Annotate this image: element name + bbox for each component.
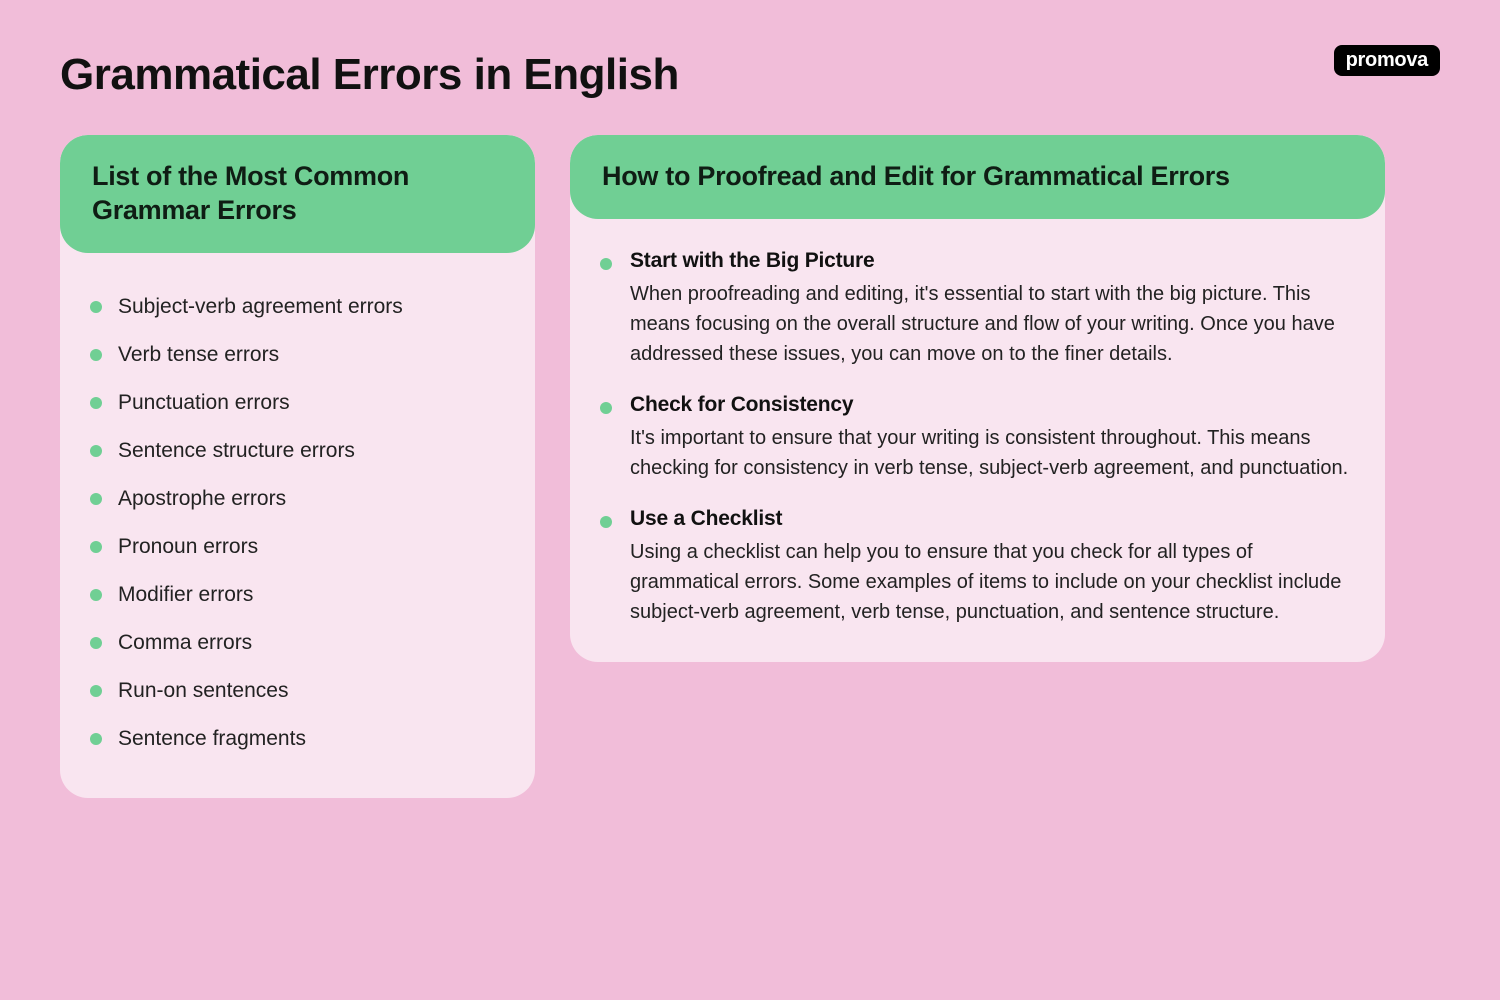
bullet-icon — [90, 445, 102, 457]
tip-title: Use a Checklist — [630, 507, 1355, 531]
error-list-item-label: Pronoun errors — [118, 535, 258, 559]
tip-description: When proofreading and editing, it's esse… — [630, 279, 1355, 369]
bullet-icon — [90, 301, 102, 313]
tip-content: Start with the Big Picture When proofread… — [630, 249, 1355, 369]
tip-list-item: Use a Checklist Using a checklist can hel… — [600, 507, 1355, 627]
error-list-item-label: Comma errors — [118, 631, 252, 655]
error-list-item-label: Apostrophe errors — [118, 487, 286, 511]
bullet-icon — [90, 685, 102, 697]
page-title: Grammatical Errors in English — [60, 50, 1440, 100]
bullet-icon — [90, 349, 102, 361]
error-list-item: Sentence structure errors — [90, 427, 505, 475]
error-list: Subject-verb agreement errors Verb tense … — [90, 283, 505, 763]
error-list-item-label: Sentence structure errors — [118, 439, 355, 463]
card-body-left: Subject-verb agreement errors Verb tense … — [60, 253, 535, 798]
error-list-item: Apostrophe errors — [90, 475, 505, 523]
card-common-errors: List of the Most Common Grammar Errors S… — [60, 135, 535, 798]
bullet-icon — [600, 516, 612, 528]
tip-description: It's important to ensure that your writi… — [630, 423, 1355, 483]
error-list-item-label: Subject-verb agreement errors — [118, 295, 403, 319]
bullet-icon — [90, 541, 102, 553]
error-list-item: Subject-verb agreement errors — [90, 283, 505, 331]
card-heading-left: List of the Most Common Grammar Errors — [92, 160, 503, 228]
error-list-item-label: Verb tense errors — [118, 343, 279, 367]
bullet-icon — [600, 258, 612, 270]
error-list-item-label: Punctuation errors — [118, 391, 290, 415]
bullet-icon — [90, 733, 102, 745]
error-list-item: Comma errors — [90, 619, 505, 667]
card-header-left: List of the Most Common Grammar Errors — [60, 135, 535, 253]
tip-content: Check for Consistency It's important to e… — [630, 393, 1355, 483]
tip-title: Check for Consistency — [630, 393, 1355, 417]
error-list-item-label: Modifier errors — [118, 583, 253, 607]
card-proofread-tips: How to Proofread and Edit for Grammatica… — [570, 135, 1385, 662]
card-heading-right: How to Proofread and Edit for Grammatica… — [602, 160, 1353, 194]
tip-list-item: Start with the Big Picture When proofread… — [600, 249, 1355, 393]
bullet-icon — [90, 637, 102, 649]
error-list-item: Punctuation errors — [90, 379, 505, 427]
error-list-item-label: Run-on sentences — [118, 679, 288, 703]
tip-title: Start with the Big Picture — [630, 249, 1355, 273]
bullet-icon — [90, 397, 102, 409]
tip-description: Using a checklist can help you to ensure… — [630, 537, 1355, 627]
brand-logo: promova — [1334, 45, 1440, 76]
error-list-item: Verb tense errors — [90, 331, 505, 379]
card-header-right: How to Proofread and Edit for Grammatica… — [570, 135, 1385, 219]
error-list-item: Run-on sentences — [90, 667, 505, 715]
error-list-item: Pronoun errors — [90, 523, 505, 571]
bullet-icon — [90, 589, 102, 601]
bullet-icon — [90, 493, 102, 505]
tip-list-item: Check for Consistency It's important to e… — [600, 393, 1355, 507]
tip-content: Use a Checklist Using a checklist can hel… — [630, 507, 1355, 627]
bullet-icon — [600, 402, 612, 414]
error-list-item-label: Sentence fragments — [118, 727, 306, 751]
tips-list: Start with the Big Picture When proofread… — [600, 249, 1355, 627]
content-columns: List of the Most Common Grammar Errors S… — [60, 135, 1440, 798]
error-list-item: Modifier errors — [90, 571, 505, 619]
error-list-item: Sentence fragments — [90, 715, 505, 763]
card-body-right: Start with the Big Picture When proofread… — [570, 219, 1385, 662]
